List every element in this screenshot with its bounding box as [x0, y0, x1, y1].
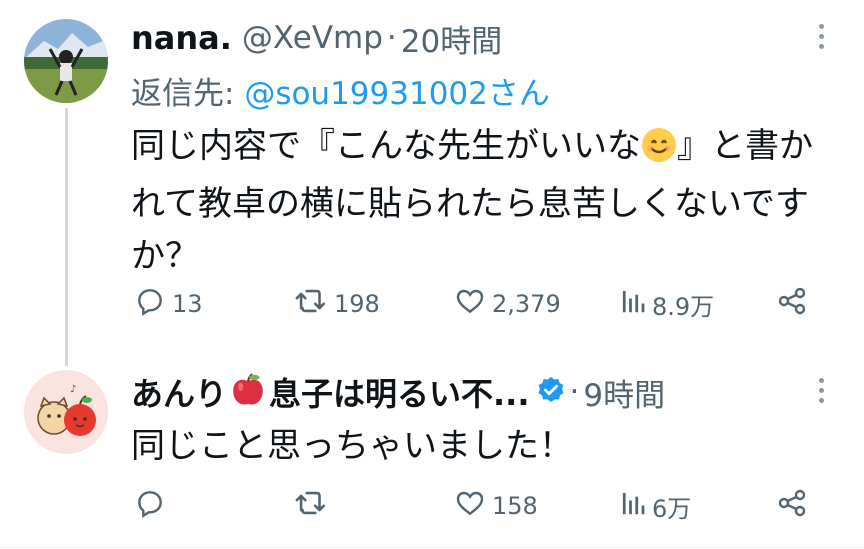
tweet-text-part1: 同じ内容で『こんな先生がいいな — [131, 126, 641, 166]
tweet-header: あんり 息子は明るい不... · 9時間 — [131, 370, 665, 414]
share-button[interactable] — [776, 486, 808, 526]
like-button[interactable]: 2,379 — [454, 284, 561, 324]
retweet-button[interactable] — [294, 486, 334, 526]
user-handle[interactable]: @XeVmp — [242, 20, 383, 56]
views-button[interactable]: 8.9万 — [620, 284, 714, 324]
timestamp[interactable]: 9時間 — [583, 370, 665, 415]
user-name-part2[interactable]: 息子は明るい不... — [269, 369, 529, 415]
action-bar: 158 6万 — [134, 486, 824, 526]
share-icon — [776, 285, 808, 323]
smiling-face-emoji-icon — [641, 126, 677, 178]
reply-icon — [134, 487, 166, 525]
divider — [0, 547, 864, 548]
retweet-button[interactable]: 198 — [294, 284, 380, 324]
user-name-part1[interactable]: あんり — [131, 369, 227, 415]
more-options-icon[interactable] — [808, 16, 834, 56]
heart-icon — [454, 487, 486, 525]
analytics-icon — [620, 488, 646, 524]
user-name[interactable]: nana. — [131, 19, 232, 57]
retweet-icon — [294, 285, 328, 323]
reply-to-mention[interactable]: @sou19931002さん — [244, 76, 550, 112]
share-icon — [776, 487, 808, 525]
reply-icon — [134, 285, 166, 323]
reply-button[interactable] — [134, 486, 172, 526]
like-button[interactable]: 158 — [454, 486, 538, 526]
tweet-text: 同じ内容で『こんな先生がいいな 』と書かれて教卓の横に貼られたら息苦しくないですか… — [131, 120, 841, 282]
retweet-icon — [294, 487, 328, 525]
tweet-text: 同じこと思っちゃいました！ — [131, 426, 573, 466]
separator-dot: · — [386, 20, 397, 56]
avatar[interactable]: ♪ — [24, 370, 108, 454]
view-count: 8.9万 — [652, 292, 715, 321]
heart-icon — [454, 285, 486, 323]
like-count: 2,379 — [492, 290, 561, 318]
more-options-icon[interactable] — [808, 370, 834, 410]
apple-emoji-icon — [229, 371, 267, 413]
separator-dot: · — [569, 374, 580, 410]
retweet-count: 198 — [334, 290, 380, 318]
view-count: 6万 — [652, 494, 692, 523]
reply-button[interactable]: 13 — [134, 284, 203, 324]
avatar[interactable] — [24, 19, 108, 103]
share-button[interactable] — [776, 284, 808, 324]
verified-badge-icon — [536, 375, 566, 409]
analytics-icon — [620, 286, 646, 322]
reply-to-label: 返信先: — [131, 76, 245, 112]
reply-count: 13 — [172, 290, 203, 318]
action-bar: 13 198 2,379 8.9万 — [134, 284, 824, 324]
tweet-header: nana. @XeVmp · 20時間 — [131, 16, 502, 60]
svg-text:♪: ♪ — [70, 384, 76, 395]
views-button[interactable]: 6万 — [620, 486, 691, 526]
timestamp[interactable]: 20時間 — [401, 16, 502, 61]
like-count: 158 — [492, 492, 538, 520]
thread-connector-line — [65, 108, 68, 366]
reply-to-line: 返信先: @sou19931002さん — [131, 68, 550, 113]
